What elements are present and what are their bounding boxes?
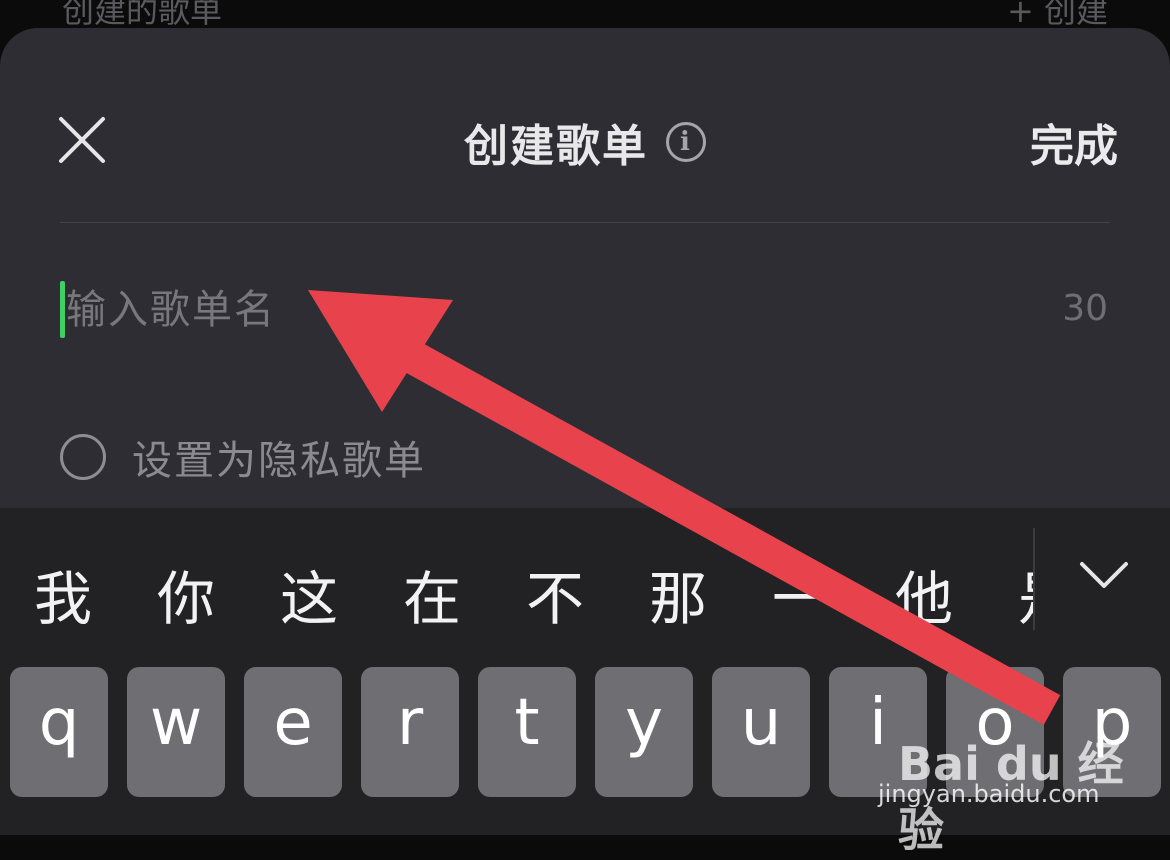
private-playlist-option[interactable]: 设置为隐私歌单 [60,428,426,486]
char-limit-counter: 30 [1062,288,1108,329]
create-playlist-sheet: 创建歌单 i 完成 30 设置为隐私歌单 [0,28,1170,548]
key-e[interactable]: e [244,667,342,797]
watermark-url: jingyan.baidu.com [878,780,1100,808]
info-icon[interactable]: i [666,122,706,162]
done-button[interactable]: 完成 [1030,110,1118,174]
candidate-word[interactable]: 这 [280,552,338,636]
key-w[interactable]: w [127,667,225,797]
candidate-separator [1033,528,1035,630]
collapse-keyboard-button[interactable] [1078,558,1130,594]
candidate-word[interactable]: 在 [403,552,461,636]
candidate-word[interactable]: 他 [895,552,953,636]
candidate-word[interactable]: 那 [649,552,707,636]
candidate-word[interactable]: 你 [157,552,215,636]
candidate-word[interactable]: 是 [1018,552,1034,636]
candidate-word[interactable]: 我 [34,552,92,636]
key-r[interactable]: r [361,667,459,797]
dialog-header: 创建歌单 i [0,110,1170,174]
key-y[interactable]: y [595,667,693,797]
baidu-watermark: Bai du 经验 jingyan.baidu.com [878,728,1128,857]
private-playlist-label: 设置为隐私歌单 [132,438,426,484]
key-u[interactable]: u [712,667,810,797]
header-divider [60,222,1110,223]
key-t[interactable]: t [478,667,576,797]
candidate-word[interactable]: 一 [772,552,830,636]
candidate-word[interactable]: 不 [526,552,584,636]
candidate-bar: 我 你 这 在 不 那 一 他 是 [0,508,1034,658]
key-q[interactable]: q [10,667,108,797]
playlist-name-field[interactable]: 30 [58,278,1118,344]
private-radio[interactable] [60,434,106,480]
chevron-down-icon [1080,562,1128,588]
playlist-name-input[interactable] [66,278,966,342]
text-caret [60,281,65,338]
dialog-title: 创建歌单 [464,121,648,172]
